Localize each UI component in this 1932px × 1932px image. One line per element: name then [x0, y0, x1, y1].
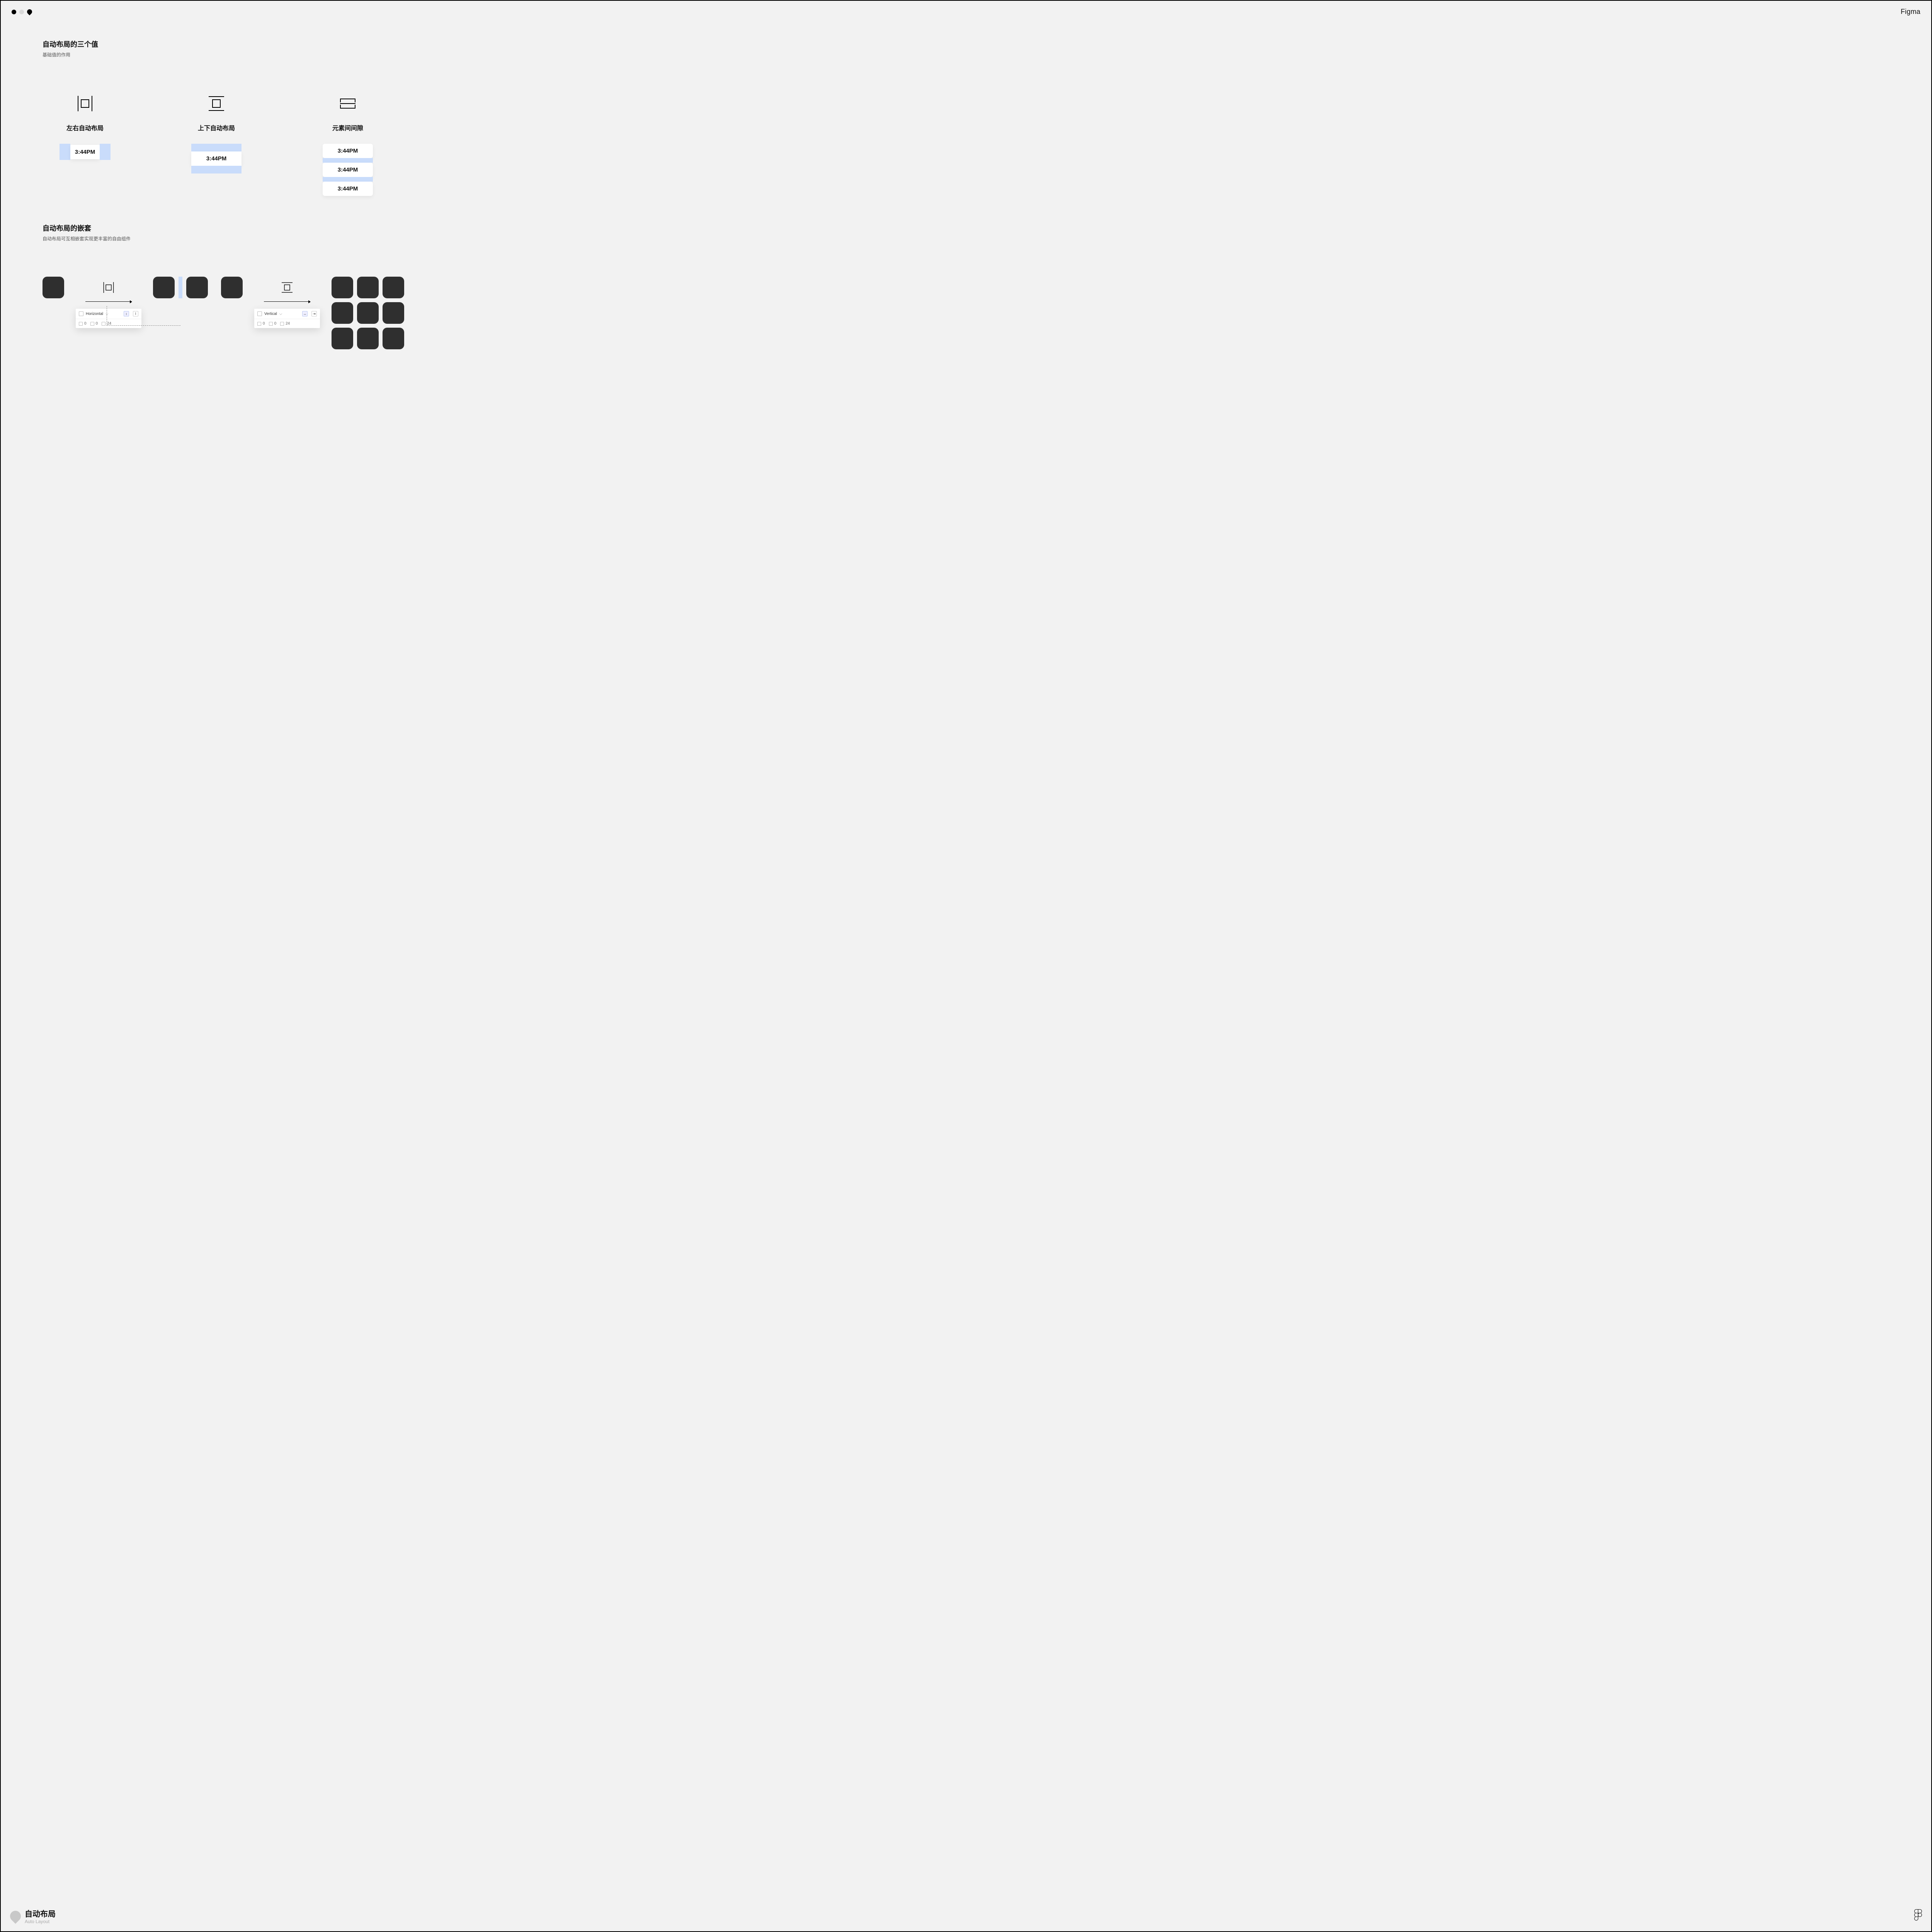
square-block: [332, 277, 353, 298]
time-chip: 3:44PM: [70, 145, 100, 159]
direction-icon: [257, 311, 262, 316]
vertical-padding-icon: [206, 93, 227, 114]
horizontal-padding-icon: [101, 280, 116, 295]
section-title: 自动布局的三个值: [43, 39, 1920, 49]
direction-icon: [79, 311, 83, 316]
demo-gap: 3:44PM 3:44PM 3:44PM: [323, 144, 373, 196]
pad-h-icon: [257, 322, 261, 326]
footer-title: 自动布局: [25, 1908, 56, 1919]
direction-label: Horizontal: [86, 312, 103, 316]
time-chip: 3:44PM: [323, 163, 373, 177]
square-block: [43, 277, 64, 298]
footer-drop-icon: [8, 1908, 23, 1924]
square-block: [221, 277, 243, 298]
three-by-three-grid: [332, 277, 404, 349]
padding-top-swatch: [191, 144, 242, 151]
square-block: [383, 328, 404, 349]
footer: 自动布局 Auto Layout: [10, 1908, 1922, 1924]
item-spacing-icon: [337, 93, 359, 114]
figma-logo-icon: [1914, 1909, 1922, 1923]
demo-vertical: 3:44PM: [191, 144, 242, 173]
arrow-right-icon: [85, 301, 132, 302]
nesting-row: Horizontal ⌵ ↕ I 0 0 24: [43, 277, 1920, 349]
col-title: 左右自动布局: [66, 123, 104, 132]
col-title: 上下自动布局: [198, 123, 235, 132]
square-block: [332, 302, 353, 324]
pad-h-value[interactable]: 0: [84, 321, 87, 326]
gap-swatch: [179, 277, 182, 298]
square-block: [357, 302, 379, 324]
padding-right-swatch: [100, 144, 111, 160]
gap-icon: [280, 322, 284, 326]
pad-v-icon: [90, 322, 94, 326]
section-subtitle: 自动布局可互相嵌套实现更丰富的自由组件: [43, 235, 1920, 242]
three-values-row: 左右自动布局 3:44PM 上下自动布局 3:44PM: [43, 93, 1920, 196]
square-block: [383, 277, 404, 298]
square-block: [357, 277, 379, 298]
window-traffic-lights: [12, 9, 32, 14]
direction-label: Vertical: [264, 312, 277, 316]
time-chip: 3:44PM: [323, 182, 373, 196]
demo-horizontal: 3:44PM: [60, 144, 111, 160]
padding-left-swatch: [60, 144, 70, 160]
gap-swatch: [323, 177, 373, 182]
chevron-down-icon[interactable]: ⌵: [279, 312, 282, 316]
square-block: [153, 277, 175, 298]
square-block: [186, 277, 208, 298]
traffic-light-drop-icon: [26, 8, 33, 15]
square-block: [332, 328, 353, 349]
brand-label: Figma: [1901, 8, 1920, 16]
col-gap: 元素间间隙 3:44PM 3:44PM 3:44PM: [305, 93, 390, 196]
col-horizontal: 左右自动布局 3:44PM: [43, 93, 128, 160]
padding-bottom-swatch: [191, 166, 242, 173]
row-of-three: [153, 277, 243, 298]
vertical-padding-icon: [279, 280, 294, 295]
dashed-connector: [107, 306, 180, 326]
section-title: 自动布局的嵌套: [43, 223, 1920, 233]
square-block: [357, 328, 379, 349]
pad-v-value[interactable]: 0: [274, 321, 277, 326]
time-chip: 3:44PM: [191, 151, 242, 166]
pad-v-value[interactable]: 0: [96, 321, 98, 326]
gap-icon: [102, 322, 105, 326]
vertical-step: Vertical ⌵ ↔ ⇥ 0 0 24: [258, 277, 316, 328]
autolayout-panel-vertical: Vertical ⌵ ↔ ⇥ 0 0 24: [254, 309, 320, 328]
pad-v-icon: [269, 322, 273, 326]
time-chip: 3:44PM: [323, 144, 373, 158]
gap-swatch: [323, 158, 373, 163]
section-heading-2: 自动布局的嵌套 自动布局可互相嵌套实现更丰富的自由组件: [43, 223, 1920, 242]
hug-width-button[interactable]: ⇥: [311, 311, 317, 316]
traffic-light-dot: [12, 10, 16, 14]
pad-h-value[interactable]: 0: [263, 321, 265, 326]
section-heading-1: 自动布局的三个值 基础值的作用: [43, 39, 1920, 58]
square-block: [383, 302, 404, 324]
pad-h-icon: [79, 322, 83, 326]
section-subtitle: 基础值的作用: [43, 51, 1920, 58]
window-titlebar: Figma: [12, 8, 1920, 16]
col-title: 元素间间隙: [332, 123, 363, 132]
horizontal-padding-icon: [74, 93, 96, 114]
resize-width-button[interactable]: ↔: [302, 311, 308, 316]
footer-subtitle: Auto Layout: [25, 1919, 56, 1924]
gap-value[interactable]: 24: [286, 321, 290, 326]
col-vertical: 上下自动布局 3:44PM: [174, 93, 259, 173]
traffic-light-dot: [19, 10, 24, 14]
arrow-right-icon: [264, 301, 310, 302]
